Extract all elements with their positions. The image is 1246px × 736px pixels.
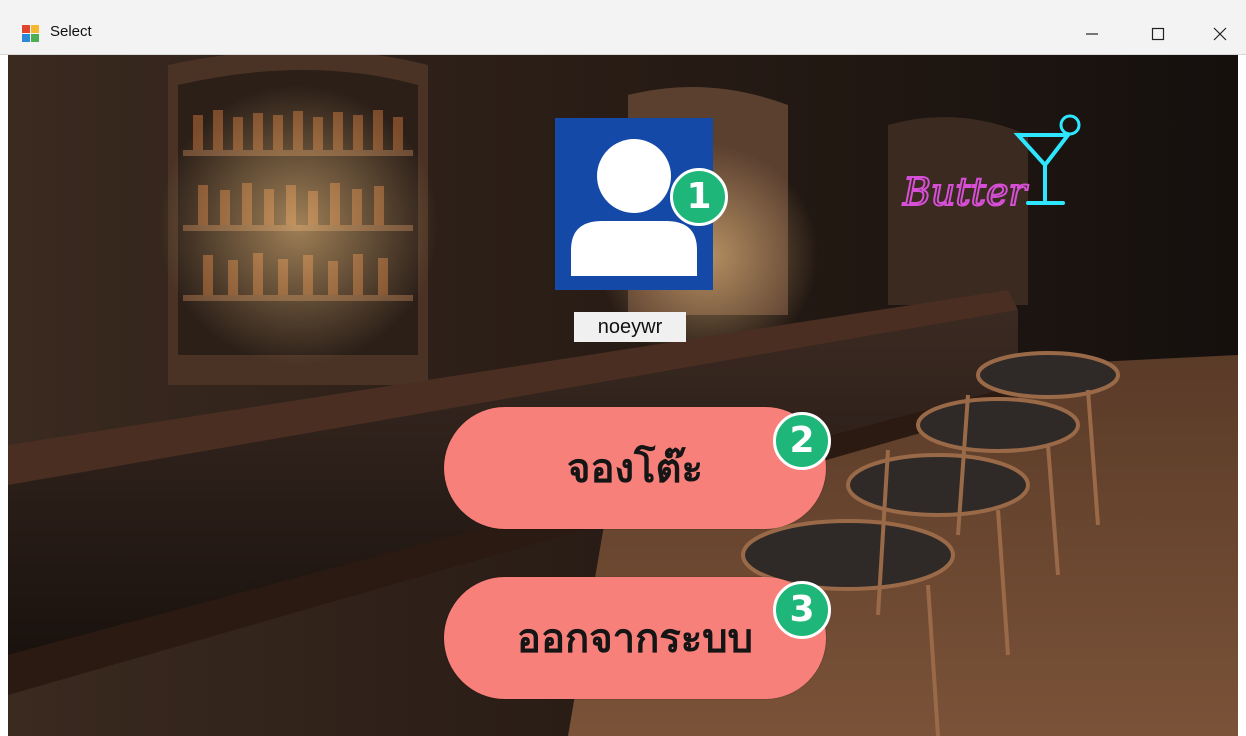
logout-button[interactable]: ออกจากระบบ bbox=[444, 577, 826, 699]
step-marker-3: 3 bbox=[773, 581, 831, 639]
title-bar: Select bbox=[0, 0, 1246, 55]
windows-form-icon bbox=[22, 25, 40, 43]
maximize-button[interactable] bbox=[1128, 14, 1188, 54]
step-marker-2: 2 bbox=[773, 412, 831, 470]
reserve-table-label: จองโต๊ะ bbox=[567, 446, 703, 492]
username-label: noeywr bbox=[574, 312, 686, 342]
window-title: Select bbox=[50, 23, 92, 40]
neon-sign-text: Butter bbox=[902, 170, 1029, 214]
maximize-icon bbox=[1151, 27, 1165, 41]
reserve-table-button[interactable]: จองโต๊ะ bbox=[444, 407, 826, 529]
form-client-area: Butter noeywr จองโต๊ะ ออกจากระบบ 1 2 3 bbox=[8, 55, 1238, 736]
minimize-button[interactable] bbox=[1062, 14, 1122, 54]
close-icon bbox=[1213, 27, 1227, 41]
close-button[interactable] bbox=[1190, 14, 1246, 54]
minimize-icon bbox=[1086, 33, 1098, 35]
logout-label: ออกจากระบบ bbox=[516, 616, 754, 662]
step-marker-1: 1 bbox=[670, 168, 728, 226]
